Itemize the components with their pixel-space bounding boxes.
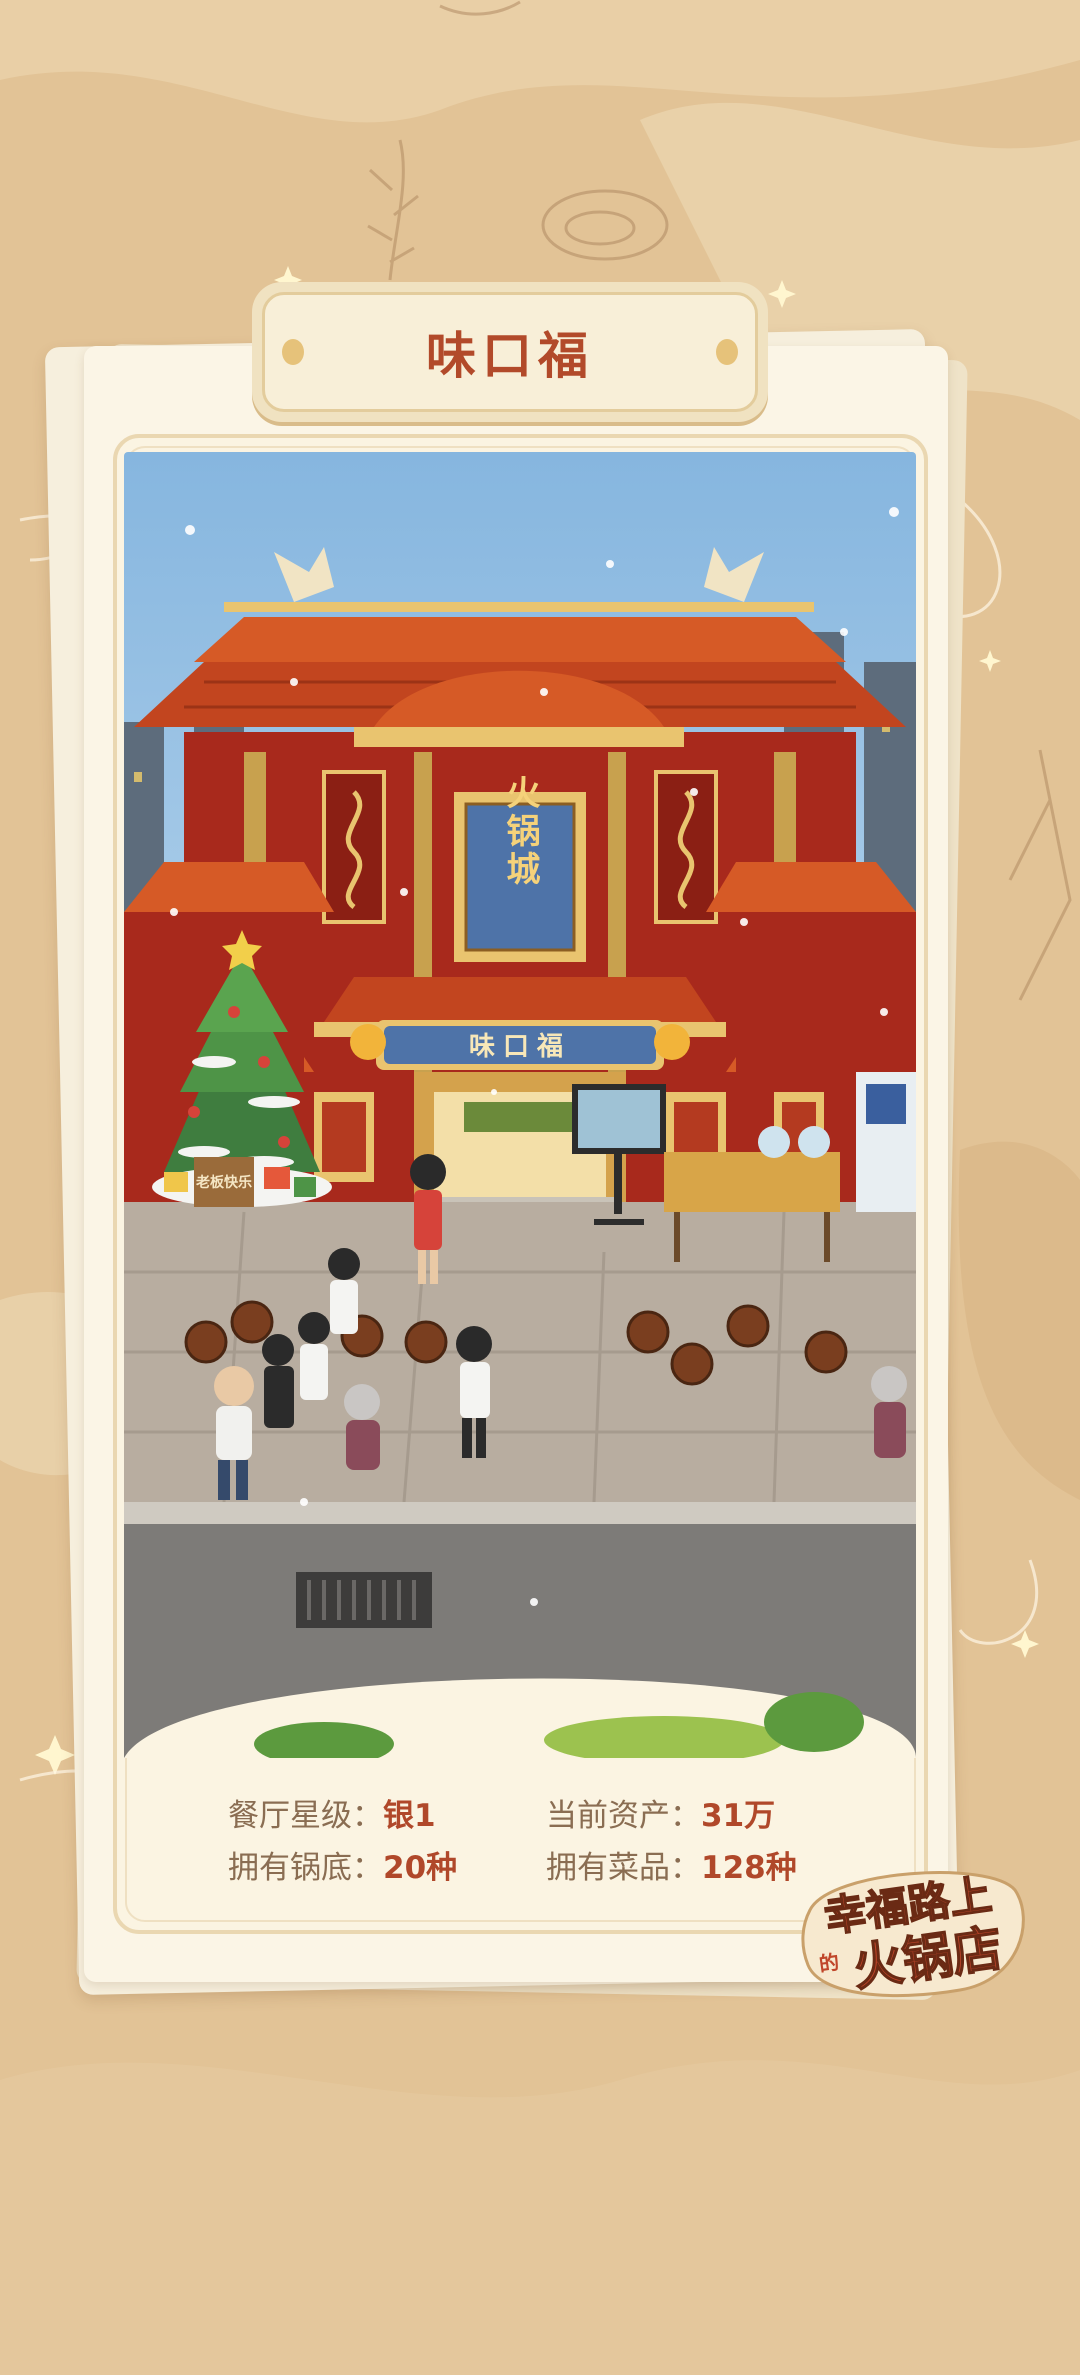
stat-dishes: 拥有菜品： 128种 [546,1842,797,1887]
stat-label: 餐厅星级： [228,1798,383,1834]
stat-label: 当前资产： [546,1798,701,1834]
restaurant-title: 味口福 [426,326,594,385]
restaurant-scene-image: 火锅城 味口福 老板快乐 [124,452,916,1758]
restaurant-stats: 餐厅星级： 银1 当前资产： 31万 拥有锅底： 20种 拥有菜品： 128种 [228,1790,868,1910]
building-sign-text: 火锅城 [500,775,540,889]
tree-board-text: 老板快乐 [196,1174,252,1191]
title-plaque: 味口福 [252,282,768,422]
plaque-dot-left [282,339,304,365]
plaque-dot-right [716,339,738,365]
stat-value: 128种 [701,1850,797,1886]
stat-value: 20种 [383,1850,458,1886]
game-logo: 幸福路上 的 火锅店 [801,1869,1025,1998]
stat-soup-bases: 拥有锅底： 20种 [228,1842,457,1887]
stat-value: 31万 [701,1798,776,1834]
stat-star-level: 餐厅星级： 银1 [228,1790,436,1835]
svg-text:的: 的 [817,1950,840,1977]
stat-label: 拥有菜品： [546,1850,701,1886]
stat-value: 银1 [383,1798,436,1834]
stat-current-assets: 当前资产： 31万 [546,1790,775,1835]
door-sign-text: 味口福 [469,1032,571,1062]
stat-label: 拥有锅底： [228,1850,383,1886]
